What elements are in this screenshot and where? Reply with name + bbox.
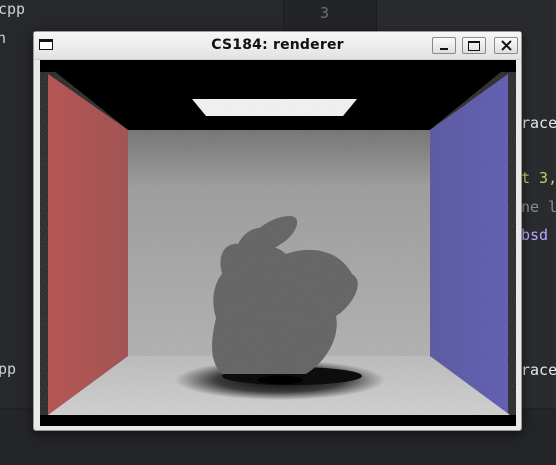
render-viewport[interactable] — [40, 60, 516, 426]
close-icon — [501, 40, 512, 51]
window-titlebar[interactable]: CS184: renderer — [34, 32, 521, 60]
file-name-fragment[interactable]: cpp — [0, 0, 25, 18]
code-fragment: ne l — [521, 198, 556, 216]
code-fragment: race — [521, 114, 556, 132]
ceiling-light — [192, 99, 357, 116]
line-number: 3 — [320, 4, 330, 22]
maximize-button[interactable] — [462, 37, 486, 54]
code-fragment: bsd — [521, 226, 549, 244]
code-fragment: race — [521, 361, 556, 379]
left-wall — [48, 74, 128, 415]
code-fragment: t 3, — [521, 169, 556, 187]
maximize-icon — [468, 41, 480, 51]
cornell-box-render — [40, 60, 516, 415]
file-name-fragment[interactable]: n — [0, 29, 6, 47]
near-ceiling-band — [40, 60, 516, 72]
right-wall — [430, 74, 508, 415]
file-name-fragment[interactable]: pp — [0, 360, 16, 378]
minimize-icon — [440, 48, 448, 50]
close-button[interactable] — [494, 37, 518, 54]
renderer-window[interactable]: CS184: renderer — [33, 31, 522, 431]
minimize-button[interactable] — [432, 37, 456, 54]
